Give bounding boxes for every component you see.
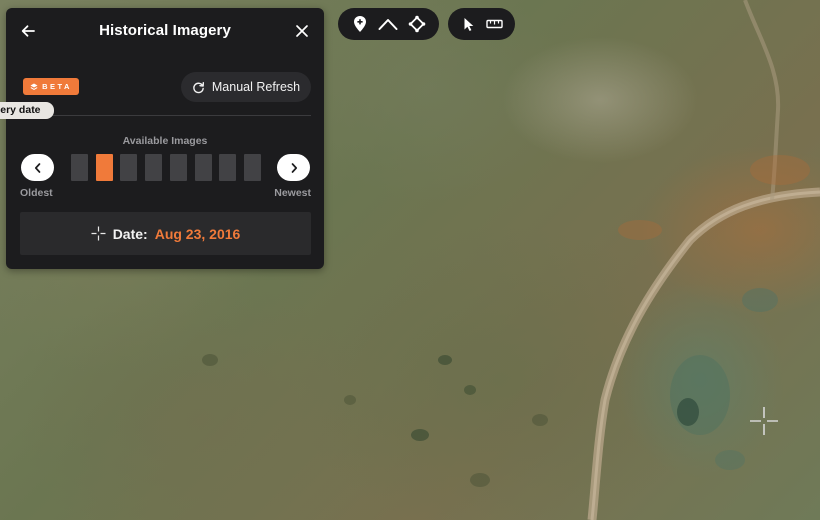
image-timeline [71, 154, 261, 181]
select-toolbar [448, 8, 515, 40]
timeline-slot[interactable] [145, 154, 163, 181]
timeline-slot[interactable] [243, 154, 261, 181]
historical-imagery-panel: Historical Imagery BETA Manual Refresh A… [6, 8, 324, 269]
chevron-right-icon [291, 162, 297, 173]
timeline-slot[interactable] [120, 154, 138, 181]
beta-badge: BETA [23, 78, 79, 95]
measure-tool-button[interactable] [482, 11, 508, 37]
crosshair-cursor-icon [750, 407, 778, 435]
refresh-icon [193, 81, 204, 93]
refresh-label: Manual Refresh [211, 80, 301, 94]
close-icon [296, 25, 308, 37]
ruler-icon [486, 19, 503, 29]
layers-icon [30, 83, 38, 90]
crosshair-icon [91, 226, 106, 241]
beta-label: BETA [42, 82, 72, 91]
pointer-icon [464, 17, 474, 31]
draw-line-button[interactable] [375, 11, 401, 37]
timeline-slot[interactable] [169, 154, 187, 181]
timeline-slot[interactable] [71, 154, 88, 181]
available-images-label: Available Images [122, 135, 208, 147]
imagery-date-tooltip: agery date [0, 102, 54, 119]
manual-refresh-button[interactable]: Manual Refresh [181, 72, 311, 102]
drawing-toolbar [338, 8, 439, 40]
next-image-button[interactable] [277, 154, 310, 181]
add-marker-button[interactable] [347, 11, 373, 37]
timeline-slot[interactable] [219, 154, 237, 181]
polyline-icon [378, 19, 398, 30]
timeline-slot[interactable] [194, 154, 212, 181]
previous-image-button[interactable] [21, 154, 54, 181]
draw-polygon-button[interactable] [404, 11, 430, 37]
oldest-label: Oldest [20, 187, 53, 199]
close-button[interactable] [292, 21, 312, 41]
select-tool-button[interactable] [456, 11, 482, 37]
divider [20, 115, 311, 116]
polygon-icon [408, 15, 426, 33]
imagery-date-display: Date: Aug 23, 2016 [20, 212, 311, 255]
date-label: Date: [112, 225, 148, 242]
date-value: Aug 23, 2016 [154, 225, 241, 242]
map-pin-icon [354, 16, 367, 32]
panel-title: Historical Imagery [99, 22, 231, 39]
chevron-left-icon [34, 162, 40, 173]
panel-header: Historical Imagery [6, 8, 324, 54]
timeline-slot-selected[interactable] [95, 154, 113, 181]
newest-label: Newest [274, 187, 311, 199]
